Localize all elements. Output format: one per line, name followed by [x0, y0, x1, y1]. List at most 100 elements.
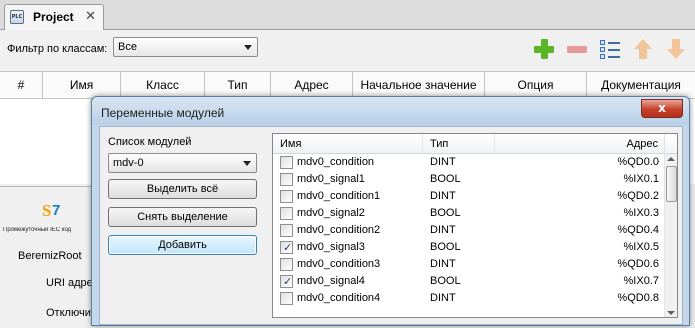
- variable-row[interactable]: mdv0_signal2 BOOL %IX0.3: [273, 205, 665, 222]
- variable-name: mdv0_condition1: [297, 190, 381, 202]
- project-tree-panel: S7 Промежуточный IEC код BeremizRoot URI…: [0, 186, 96, 328]
- project-tab-title: Project: [33, 10, 74, 24]
- variable-address: %QD0.4: [617, 224, 659, 236]
- variable-type: DINT: [430, 258, 456, 270]
- add-button[interactable]: Добавить: [108, 235, 257, 255]
- variable-row[interactable]: mdv0_condition2 DINT %QD0.4: [273, 222, 665, 239]
- move-up-icon[interactable]: [632, 38, 654, 60]
- list-line: [608, 49, 620, 51]
- list-bullet: [600, 54, 605, 59]
- column-header-name[interactable]: Имя: [43, 72, 121, 98]
- variable-name: mdv0_signal2: [297, 207, 365, 219]
- dialog-title: Переменные модулей: [101, 106, 225, 120]
- project-tab[interactable]: PLC Project ✕: [4, 4, 104, 30]
- dialog-titlebar[interactable]: Переменные модулей x: [92, 97, 689, 125]
- variable-name: mdv0_condition4: [297, 292, 381, 304]
- column-header-type[interactable]: Тип: [205, 72, 271, 98]
- column-header-documentation[interactable]: Документация: [587, 72, 695, 98]
- variable-row[interactable]: mdv0_condition4 DINT %QD0.8: [273, 290, 665, 307]
- scroll-down-icon[interactable]: [667, 311, 675, 315]
- module-variables-dialog: Переменные модулей x Список модулей mdv-…: [91, 96, 690, 326]
- chevron-down-icon: [243, 161, 251, 166]
- beremiz-root-label: BeremizRoot: [18, 250, 82, 262]
- variable-address: %IX0.5: [623, 241, 659, 253]
- variables-list-header: Имя Тип Адрес: [273, 134, 677, 154]
- row-checkbox[interactable]: [280, 224, 293, 237]
- list-header-name[interactable]: Имя: [273, 134, 423, 154]
- check-icon: ✓: [283, 241, 293, 254]
- iec-code-label: Промежуточный IEC код: [3, 227, 72, 233]
- variable-name: mdv0_condition3: [297, 258, 381, 270]
- list-header-type[interactable]: Тип: [423, 134, 495, 154]
- iec-code-icon[interactable]: S7: [42, 201, 64, 223]
- variable-address: %IX0.7: [623, 275, 659, 287]
- vertical-scrollbar[interactable]: [664, 154, 677, 317]
- module-select[interactable]: mdv-0: [108, 153, 257, 173]
- variable-address: %QD0.8: [617, 292, 659, 304]
- variables-grid-header: # Имя Класс Тип Адрес Начальное значение…: [0, 71, 695, 99]
- variable-type: BOOL: [430, 173, 461, 185]
- row-checkbox[interactable]: [280, 173, 293, 186]
- variable-row[interactable]: mdv0_signal1 BOOL %IX0.1: [273, 171, 665, 188]
- row-checkbox[interactable]: ✓: [280, 275, 293, 288]
- variable-name: mdv0_condition2: [297, 224, 381, 236]
- variable-row[interactable]: mdv0_condition1 DINT %QD0.2: [273, 188, 665, 205]
- list-line: [608, 42, 620, 44]
- uri-address-label: URI адрес: [46, 277, 96, 289]
- list-header-address[interactable]: Адрес: [495, 134, 665, 154]
- row-checkbox[interactable]: ✓: [280, 241, 293, 254]
- variable-row[interactable]: ✓ mdv0_signal4 BOOL %IX0.7: [273, 273, 665, 290]
- variable-type: BOOL: [430, 207, 461, 219]
- variable-address: %QD0.6: [617, 258, 659, 270]
- row-checkbox[interactable]: [280, 207, 293, 220]
- check-icon: ✓: [283, 275, 293, 288]
- module-select-value: mdv-0: [113, 157, 144, 169]
- column-header-address[interactable]: Адрес: [271, 72, 353, 98]
- plc-icon: PLC: [10, 10, 24, 24]
- s-glyph: S: [42, 201, 52, 220]
- column-header-initial-value[interactable]: Начальное значение: [353, 72, 485, 98]
- column-header-class[interactable]: Класс: [121, 72, 205, 98]
- class-filter-value: Все: [118, 41, 137, 53]
- row-checkbox[interactable]: [280, 292, 293, 305]
- variable-type: DINT: [430, 292, 456, 304]
- column-header-option[interactable]: Опция: [485, 72, 587, 98]
- close-tab-icon[interactable]: ✕: [85, 9, 96, 24]
- disable-label: Отключить: [46, 307, 96, 319]
- class-filter-label: Фильтр по классам:: [7, 43, 108, 55]
- variable-address: %IX0.1: [623, 173, 659, 185]
- variable-row[interactable]: mdv0_condition3 DINT %QD0.6: [273, 256, 665, 273]
- scroll-up-icon[interactable]: [667, 157, 675, 161]
- module-list-label: Список модулей: [108, 136, 192, 148]
- add-variable-icon[interactable]: [533, 38, 555, 60]
- dialog-close-button[interactable]: x: [641, 99, 683, 118]
- variable-type: BOOL: [430, 241, 461, 253]
- variable-row[interactable]: mdv0_condition DINT %QD0.0: [273, 154, 665, 171]
- variable-address: %IX0.3: [623, 207, 659, 219]
- module-variables-icon[interactable]: [599, 38, 621, 60]
- move-down-icon[interactable]: [665, 38, 687, 60]
- variable-name: mdv0_signal4: [297, 275, 365, 287]
- select-all-button[interactable]: Выделить всё: [108, 179, 257, 199]
- variable-type: DINT: [430, 190, 456, 202]
- scroll-thumb[interactable]: [666, 166, 677, 202]
- row-checkbox[interactable]: [280, 156, 293, 169]
- variable-address: %QD0.2: [617, 190, 659, 202]
- variable-name: mdv0_condition: [297, 156, 375, 168]
- variable-row[interactable]: ✓ mdv0_signal3 BOOL %IX0.5: [273, 239, 665, 256]
- list-bullet: [600, 47, 605, 52]
- variables-list[interactable]: Имя Тип Адрес mdv0_condition DINT %QD0.0 md…: [272, 133, 678, 318]
- chevron-down-icon: [244, 45, 252, 50]
- class-filter-select[interactable]: Все: [113, 37, 258, 57]
- row-checkbox[interactable]: [280, 258, 293, 271]
- variable-name: mdv0_signal3: [297, 241, 365, 253]
- seven-glyph: 7: [52, 202, 61, 219]
- variable-name: mdv0_signal1: [297, 173, 365, 185]
- dialog-body: Список модулей mdv-0 Выделить всё Снять …: [99, 126, 683, 325]
- remove-variable-icon[interactable]: [566, 38, 588, 60]
- row-checkbox[interactable]: [280, 190, 293, 203]
- deselect-all-button[interactable]: Снять выделение: [108, 207, 257, 227]
- editor-tab-bar: PLC Project ✕: [0, 0, 695, 30]
- column-header-number[interactable]: #: [0, 72, 43, 98]
- list-bullet: [600, 40, 605, 45]
